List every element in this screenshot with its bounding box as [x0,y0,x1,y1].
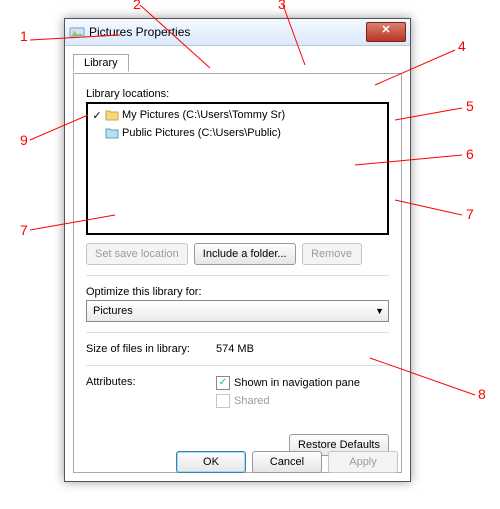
annotation-number: 2 [133,0,141,12]
optimize-value: Pictures [93,305,133,317]
locations-label: Library locations: [86,88,389,100]
separator [86,332,389,333]
ok-button[interactable]: OK [176,451,246,473]
annotation-number: 7 [466,206,474,222]
size-value: 574 MB [216,343,254,355]
close-button[interactable]: ✕ [366,22,406,42]
chevron-down-icon: ▼ [375,306,384,316]
attributes-row: Attributes: ✓ Shown in navigation pane S… [86,376,389,408]
separator [86,365,389,366]
size-label: Size of files in library: [86,343,216,355]
include-folder-button[interactable]: Include a folder... [194,243,296,265]
annotation-number: 9 [20,132,28,148]
location-buttons: Set save location Include a folder... Re… [86,243,389,265]
list-item-label: Public Pictures (C:\Users\Public) [122,127,281,139]
remove-button[interactable]: Remove [302,243,362,265]
annotation-number: 4 [458,38,466,54]
annotation-number: 1 [20,28,28,44]
tab-strip: Library [73,54,402,74]
list-item-label: My Pictures (C:\Users\Tommy Sr) [122,109,285,121]
cancel-button[interactable]: Cancel [252,451,322,473]
library-locations-list[interactable]: ✓ My Pictures (C:\Users\Tommy Sr) Public… [86,102,389,235]
annotation-number: 6 [466,146,474,162]
window-title: Pictures Properties [89,25,366,39]
folder-icon [104,126,120,140]
checkbox-label: Shown in navigation pane [234,377,360,389]
dialog-footer: OK Cancel Apply [65,451,410,473]
default-check-icon: ✓ [90,109,104,122]
optimize-label: Optimize this library for: [86,286,389,298]
checkbox-icon [216,394,230,408]
shared-checkbox[interactable]: Shared [216,394,360,408]
optimize-dropdown[interactable]: Pictures ▼ [86,300,389,322]
tab-panel: Library locations: ✓ My Pictures (C:\Use… [73,73,402,473]
app-icon [69,24,85,40]
attributes-label: Attributes: [86,376,216,388]
properties-dialog: Pictures Properties ✕ Library Library lo… [64,18,411,482]
annotation-number: 7 [20,222,28,238]
folder-icon [104,108,120,122]
apply-button[interactable]: Apply [328,451,398,473]
annotation-number: 5 [466,98,474,114]
list-item[interactable]: Public Pictures (C:\Users\Public) [88,124,387,142]
annotation-number: 8 [478,386,486,402]
shown-in-nav-checkbox[interactable]: ✓ Shown in navigation pane [216,376,360,390]
set-save-location-button[interactable]: Set save location [86,243,188,265]
size-row: Size of files in library: 574 MB [86,343,389,355]
checkbox-label: Shared [234,395,269,407]
list-item[interactable]: ✓ My Pictures (C:\Users\Tommy Sr) [88,106,387,124]
titlebar[interactable]: Pictures Properties ✕ [65,19,410,46]
tab-library[interactable]: Library [73,54,129,72]
annotation-number: 3 [278,0,286,12]
checkbox-icon: ✓ [216,376,230,390]
separator [86,275,389,276]
